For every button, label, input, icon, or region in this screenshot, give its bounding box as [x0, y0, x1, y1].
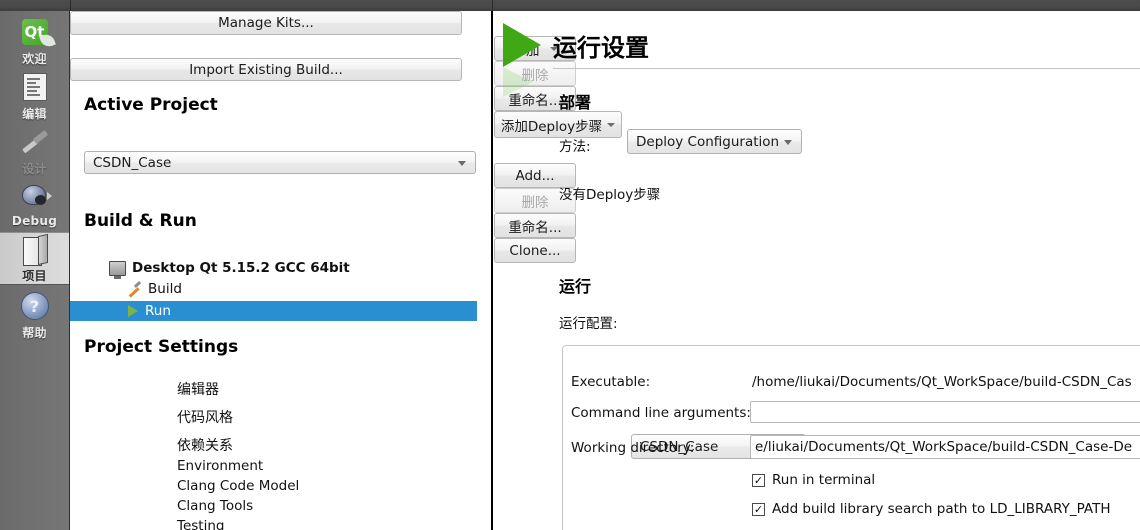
- active-project-select[interactable]: CSDN_Case: [84, 151, 476, 174]
- run-remove-button-label: 删除: [521, 194, 549, 211]
- project-settings-item-testing[interactable]: Testing: [177, 518, 224, 530]
- pane-splitter[interactable]: [491, 11, 493, 530]
- tree-item-run[interactable]: Run: [70, 301, 477, 321]
- deploy-section-heading: 部署: [559, 93, 592, 112]
- mode-item-edit[interactable]: 编辑: [0, 70, 69, 122]
- deploy-configuration-select-value: Deploy Configuration: [636, 133, 780, 150]
- mode-selector-bar: Qt 欢迎 编辑 设计 Debug 项目 ? 帮助: [0, 11, 70, 530]
- mode-item-help-label: 帮助: [22, 326, 47, 340]
- kit-node-desktop-qt[interactable]: Desktop Qt 5.15.2 GCC 64bit: [109, 260, 350, 279]
- mode-item-design[interactable]: 设计: [0, 125, 69, 177]
- qt-logo-icon: Qt: [17, 15, 56, 49]
- working-directory-input[interactable]: e/liukai/Documents/Qt_WorkSpace/build-CS…: [750, 435, 1140, 459]
- run-rename-button[interactable]: 重命名...: [494, 213, 576, 238]
- run-in-terminal-checkbox[interactable]: ✓: [752, 473, 765, 487]
- design-brush-icon: [17, 125, 53, 159]
- project-settings-item-dependencies[interactable]: 依赖关系: [177, 435, 233, 455]
- command-line-arguments-input[interactable]: [750, 401, 1140, 423]
- manage-kits-button-label: Manage Kits...: [218, 15, 314, 31]
- working-directory-label: Working directory:: [571, 440, 695, 456]
- mode-item-debug-label: Debug: [11, 214, 58, 228]
- manage-kits-button[interactable]: Manage Kits...: [70, 11, 462, 35]
- mode-item-projects[interactable]: 项目: [0, 232, 69, 285]
- run-add-button-label: Add...: [515, 167, 555, 184]
- tree-item-build-label: Build: [148, 281, 182, 297]
- ld-library-path-label: Add build library search path to LD_LIBR…: [772, 501, 1111, 517]
- page-title: 运行设置: [553, 34, 649, 62]
- project-settings-pane: Manage Kits... Active Project CSDN_Case …: [70, 11, 492, 530]
- add-deploy-step-button-label: 添加Deploy步骤: [500, 118, 603, 135]
- chevron-right-icon: [46, 192, 52, 200]
- help-question-icon: ?: [17, 289, 53, 323]
- mode-item-welcome[interactable]: Qt 欢迎: [0, 15, 69, 67]
- active-project-heading: Active Project: [84, 95, 218, 115]
- deploy-no-steps-text: 没有Deploy步骤: [559, 187, 661, 203]
- top-strip-segment-left: [0, 0, 71, 11]
- deploy-method-label: 方法:: [559, 139, 591, 155]
- project-settings-item-clang-code-model[interactable]: Clang Code Model: [177, 478, 299, 494]
- mode-item-welcome-label: 欢迎: [22, 52, 47, 66]
- hammer-icon: [127, 281, 142, 298]
- mode-item-design-label: 设计: [22, 162, 47, 176]
- title-divider: [553, 68, 1140, 69]
- mode-item-help[interactable]: ? 帮助: [0, 289, 69, 341]
- project-book-icon: [17, 233, 53, 266]
- run-in-terminal-label: Run in terminal: [772, 472, 876, 488]
- run-settings-play-icon-reflection: [503, 67, 533, 97]
- debug-bug-icon: [17, 179, 53, 213]
- run-clone-button[interactable]: Clone...: [494, 238, 576, 263]
- project-settings-heading: Project Settings: [84, 337, 239, 357]
- top-strip-segment-mid: [70, 0, 493, 11]
- command-line-arguments-label: Command line arguments:: [571, 405, 751, 421]
- kit-node-label: Desktop Qt 5.15.2 GCC 64bit: [132, 260, 350, 276]
- run-configuration-label: 运行配置:: [559, 316, 618, 332]
- document-edit-icon: [17, 70, 53, 104]
- chevron-down-icon: [607, 122, 616, 127]
- mode-item-edit-label: 编辑: [22, 107, 47, 121]
- chevron-down-icon: [784, 139, 792, 145]
- run-in-terminal-checkbox-row[interactable]: ✓ Run in terminal: [752, 472, 875, 488]
- project-settings-item-editor[interactable]: 编辑器: [177, 379, 219, 399]
- qt-creator-window: Qt 欢迎 编辑 设计 Debug 项目 ? 帮助 Manage Kits...…: [0, 0, 1140, 530]
- top-toolbar-strip: [0, 0, 1140, 11]
- project-settings-item-environment[interactable]: Environment: [177, 458, 263, 474]
- import-existing-build-button[interactable]: Import Existing Build...: [70, 58, 462, 81]
- run-rename-button-label: 重命名...: [508, 219, 562, 236]
- executable-label: Executable:: [571, 374, 651, 390]
- run-section-heading: 运行: [559, 277, 592, 296]
- play-icon: [128, 305, 138, 317]
- run-clone-button-label: Clone...: [509, 242, 561, 259]
- active-project-select-value: CSDN_Case: [93, 154, 172, 171]
- chevron-down-icon: [458, 160, 466, 166]
- run-settings-play-icon: [503, 23, 541, 67]
- deploy-configuration-select[interactable]: Deploy Configuration: [627, 129, 802, 154]
- monitor-icon: [109, 260, 126, 279]
- import-existing-build-button-label: Import Existing Build...: [189, 61, 343, 78]
- working-directory-value: e/liukai/Documents/Qt_WorkSpace/build-CS…: [755, 439, 1133, 455]
- executable-value: /home/liukai/Documents/Qt_WorkSpace/buil…: [752, 374, 1132, 390]
- tree-item-run-label: Run: [145, 303, 171, 319]
- build-and-run-heading: Build & Run: [84, 211, 197, 231]
- project-settings-item-code-style[interactable]: 代码风格: [177, 407, 233, 427]
- project-settings-item-clang-tools[interactable]: Clang Tools: [177, 498, 253, 514]
- tree-item-build[interactable]: Build: [127, 281, 182, 298]
- ld-library-path-checkbox-row[interactable]: ✓ Add build library search path to LD_LI…: [752, 501, 1110, 517]
- add-deploy-step-button[interactable]: 添加Deploy步骤: [494, 111, 622, 138]
- mode-item-debug[interactable]: Debug: [0, 179, 69, 231]
- ld-library-path-checkbox[interactable]: ✓: [752, 502, 765, 516]
- mode-item-projects-label: 项目: [22, 269, 47, 283]
- run-settings-pane: 运行设置 部署 方法: Deploy Configuration 添加 删除 重…: [494, 11, 1140, 530]
